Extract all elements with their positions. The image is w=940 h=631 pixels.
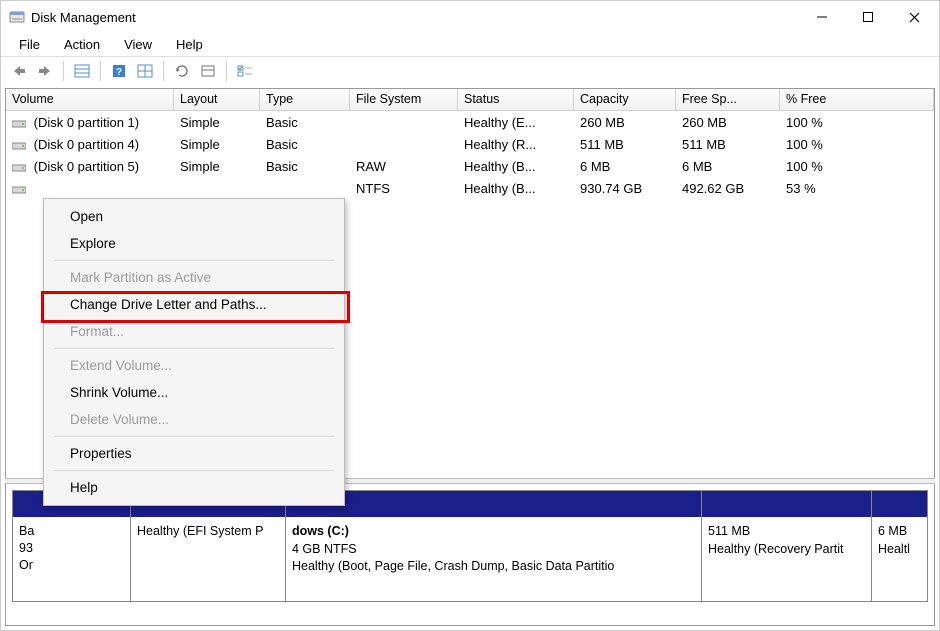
maximize-button[interactable] — [845, 2, 891, 32]
svg-text:?: ? — [116, 67, 122, 78]
back-button[interactable] — [7, 60, 31, 82]
menubar: File Action View Help — [1, 33, 939, 56]
drive-icon — [12, 117, 26, 129]
volume-name: (Disk 0 partition 1) — [34, 115, 139, 130]
menu-item-open[interactable]: Open — [46, 203, 342, 230]
menu-item-mark-active: Mark Partition as Active — [46, 264, 342, 291]
menu-separator — [54, 348, 334, 349]
context-menu: Open Explore Mark Partition as Active Ch… — [43, 198, 345, 506]
table-row[interactable]: NTFS Healthy (B... 930.74 GB 492.62 GB 5… — [6, 177, 934, 199]
volume-list-header: Volume Layout Type File System Status Ca… — [6, 89, 934, 111]
toolbar: ? — [1, 56, 939, 84]
disk-partitions: Healthy (EFI System P dows (C:) 4 GB NTF… — [131, 491, 927, 601]
minimize-button[interactable] — [799, 2, 845, 32]
toolbar-grid-icon[interactable] — [133, 60, 157, 82]
drive-icon — [12, 139, 26, 151]
menu-view[interactable]: View — [112, 35, 164, 54]
drive-icon — [12, 183, 26, 195]
menu-item-explore[interactable]: Explore — [46, 230, 342, 257]
col-freespace[interactable]: Free Sp... — [676, 89, 780, 110]
menu-item-shrink-volume[interactable]: Shrink Volume... — [46, 379, 342, 406]
disk-management-window: Disk Management File Action View Help — [0, 0, 940, 631]
partition[interactable]: 511 MB Healthy (Recovery Partit — [702, 491, 872, 601]
window-controls — [799, 2, 937, 32]
help-icon[interactable]: ? — [107, 60, 131, 82]
menu-separator — [54, 470, 334, 471]
disk-label: Ba 93 Or — [13, 491, 131, 601]
col-capacity[interactable]: Capacity — [574, 89, 676, 110]
partition[interactable]: Healthy (EFI System P — [131, 491, 286, 601]
menu-item-delete-volume: Delete Volume... — [46, 406, 342, 433]
app-icon — [9, 9, 25, 25]
forward-button[interactable] — [33, 60, 57, 82]
table-row[interactable]: (Disk 0 partition 5) Simple Basic RAW He… — [6, 155, 934, 177]
col-filesystem[interactable]: File System — [350, 89, 458, 110]
partition[interactable]: dows (C:) 4 GB NTFS Healthy (Boot, Page … — [286, 491, 702, 601]
volume-name: (Disk 0 partition 4) — [34, 137, 139, 152]
col-status[interactable]: Status — [458, 89, 574, 110]
toolbar-checks-icon[interactable] — [233, 60, 257, 82]
toolbar-list-icon[interactable] — [196, 60, 220, 82]
close-button[interactable] — [891, 2, 937, 32]
menu-file[interactable]: File — [7, 35, 52, 54]
refresh-icon[interactable] — [170, 60, 194, 82]
col-type[interactable]: Type — [260, 89, 350, 110]
menu-item-change-drive-letter[interactable]: Change Drive Letter and Paths... — [46, 291, 342, 318]
partition[interactable]: 6 MB Healtl — [872, 491, 927, 601]
table-row[interactable]: (Disk 0 partition 4) Simple Basic Health… — [6, 133, 934, 155]
menu-item-properties[interactable]: Properties — [46, 440, 342, 467]
menu-action[interactable]: Action — [52, 35, 112, 54]
col-volume[interactable]: Volume — [6, 89, 174, 110]
menu-item-help[interactable]: Help — [46, 474, 342, 501]
titlebar: Disk Management — [1, 1, 939, 33]
drive-icon — [12, 161, 26, 173]
volume-name: (Disk 0 partition 5) — [34, 159, 139, 174]
menu-separator — [54, 436, 334, 437]
col-pctfree[interactable]: % Free — [780, 89, 934, 110]
menu-item-extend-volume: Extend Volume... — [46, 352, 342, 379]
col-layout[interactable]: Layout — [174, 89, 260, 110]
window-title: Disk Management — [31, 10, 136, 25]
menu-help[interactable]: Help — [164, 35, 215, 54]
disk-row[interactable]: Ba 93 Or Healthy (EFI System P dows (C:)… — [12, 490, 928, 602]
table-row[interactable]: (Disk 0 partition 1) Simple Basic Health… — [6, 111, 934, 133]
toolbar-table-icon[interactable] — [70, 60, 94, 82]
menu-separator — [54, 260, 334, 261]
menu-item-format: Format... — [46, 318, 342, 345]
